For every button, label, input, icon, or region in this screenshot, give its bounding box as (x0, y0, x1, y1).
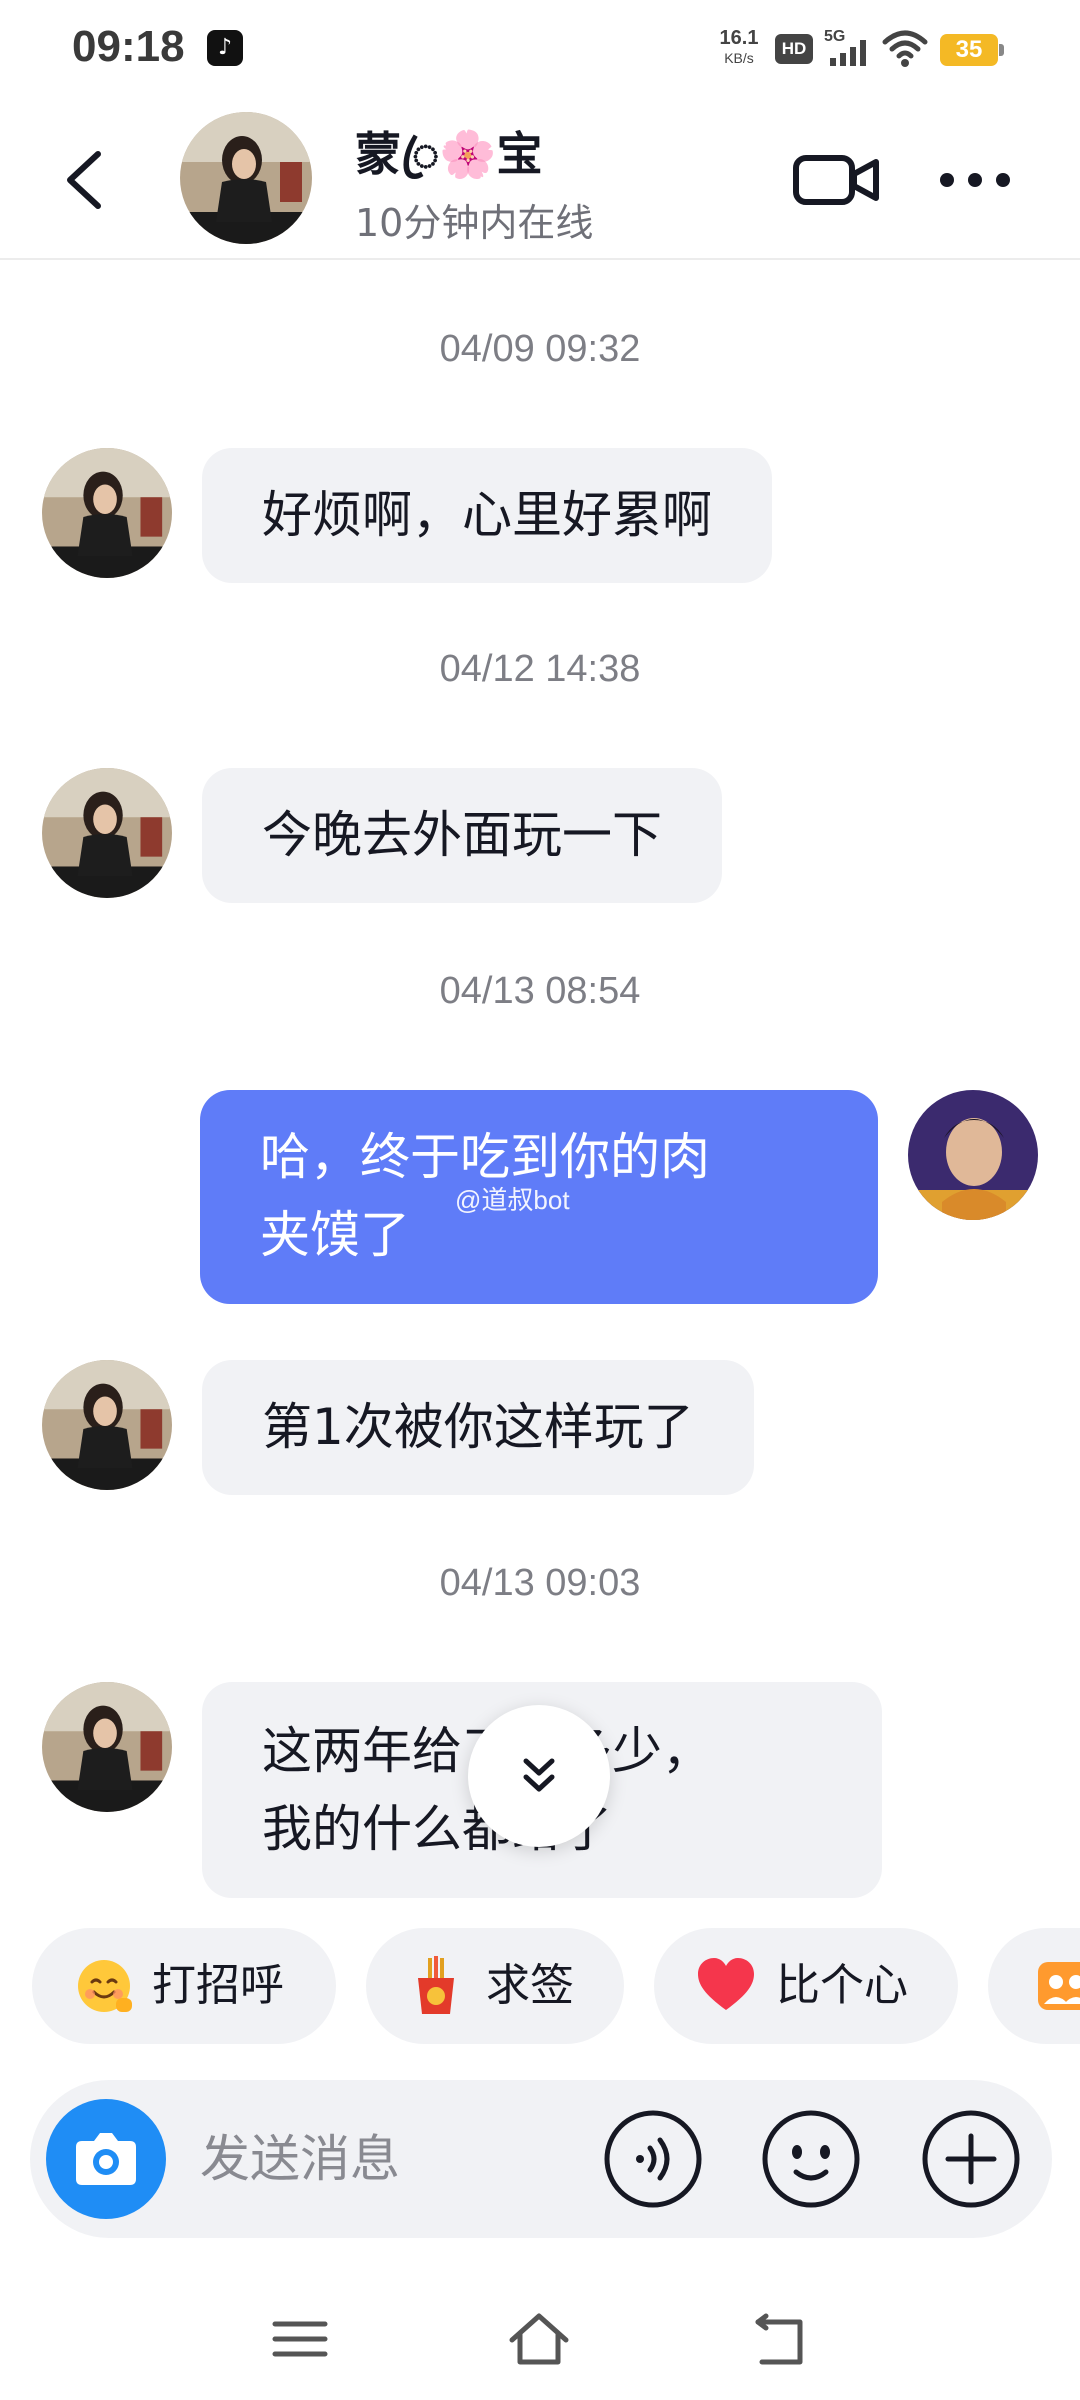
quick-reply-chip[interactable] (988, 1928, 1080, 2044)
video-call-icon[interactable] (792, 144, 882, 216)
message-text: 好烦啊，心里好累啊 (262, 486, 712, 544)
battery-icon: 35 (940, 34, 1004, 66)
quick-reply-chip[interactable]: 打招呼 (32, 1928, 336, 2044)
message-timestamp: 04/09 09:32 (439, 328, 641, 370)
home-icon[interactable] (504, 2304, 574, 2374)
double-chevron-down-icon (523, 1758, 555, 1792)
smiling-face-icon (78, 1960, 132, 2012)
contact-avatar[interactable] (180, 112, 312, 244)
contact-avatar[interactable] (42, 448, 172, 578)
back-icon[interactable] (50, 140, 120, 220)
message-list[interactable]: 04/09 09:32 好烦啊，心里好累啊 04/12 14:38 今晚去外面玩… (0, 262, 1080, 1902)
plus-icon[interactable] (920, 2108, 1022, 2210)
message-timestamp: 04/12 14:38 (439, 648, 641, 690)
quick-reply-label: 打招呼 (152, 1960, 284, 2011)
heart-icon (698, 1958, 754, 2010)
battery-level: 35 (940, 34, 998, 66)
online-status: 10分钟内在线 (355, 201, 594, 245)
message-timestamp: 04/13 08:54 (439, 970, 641, 1012)
quick-reply-label: 求签 (486, 1960, 574, 2011)
hd-badge: HD (775, 34, 813, 64)
incoming-message-bubble[interactable]: 今晚去外面玩一下 (202, 768, 722, 903)
camera-button[interactable] (46, 2099, 166, 2219)
contact-avatar[interactable] (42, 768, 172, 898)
system-navigation-bar (0, 2270, 1080, 2400)
status-bar: 09:18 ♪ 16.1 KB/s HD 5G 35 (0, 0, 1080, 100)
contact-avatar[interactable] (42, 1682, 172, 1812)
chat-header: 蒙ꦿ🌸宝 10分钟内在线 (0, 100, 1080, 260)
cellular-signal-icon: 5G (824, 28, 874, 68)
quick-reply-bar[interactable]: 打招呼 求签 比个心 (0, 1928, 1080, 2044)
incoming-message-bubble[interactable]: 好烦啊，心里好累啊 (202, 448, 772, 583)
message-input-bar (30, 2080, 1052, 2238)
network-speed: 16.1 KB/s (714, 28, 764, 68)
more-options-icon[interactable] (935, 156, 1015, 204)
my-avatar[interactable] (908, 1090, 1038, 1220)
tiktok-icon: ♪ (207, 30, 243, 66)
network-speed-unit: KB/s (724, 50, 754, 66)
menu-icon[interactable] (265, 2304, 335, 2374)
incoming-message-bubble[interactable]: 第1次被你这样玩了 (202, 1360, 754, 1495)
quick-reply-label: 比个心 (776, 1960, 908, 2011)
quick-reply-chip[interactable]: 求签 (366, 1928, 624, 2044)
chat-screen: 09:18 ♪ 16.1 KB/s HD 5G 35 蒙ꦿ🌸宝 10分钟内在线 … (0, 0, 1080, 2400)
message-text: 今晚去外面玩一下 (262, 806, 662, 864)
quick-reply-chip[interactable]: 比个心 (654, 1928, 958, 2044)
status-time: 09:18 (72, 22, 185, 71)
message-input[interactable] (200, 2126, 600, 2192)
camera-icon (76, 2133, 136, 2185)
scroll-to-bottom-button[interactable] (468, 1705, 610, 1847)
fortune-stick-icon (418, 1956, 454, 2014)
emoji-icon[interactable] (760, 2108, 862, 2210)
message-timestamp: 04/13 09:03 (439, 1562, 641, 1604)
group-photo-icon (1038, 1962, 1080, 2010)
contact-avatar[interactable] (42, 1360, 172, 1490)
battery-tip (999, 44, 1004, 56)
back-nav-icon[interactable] (744, 2304, 814, 2374)
message-text: 第1次被你这样玩了 (262, 1398, 694, 1456)
network-speed-value: 16.1 (719, 27, 759, 49)
wifi-icon (882, 30, 928, 67)
watermark: @道叔bot (455, 1185, 570, 1215)
voice-icon[interactable] (602, 2108, 704, 2210)
